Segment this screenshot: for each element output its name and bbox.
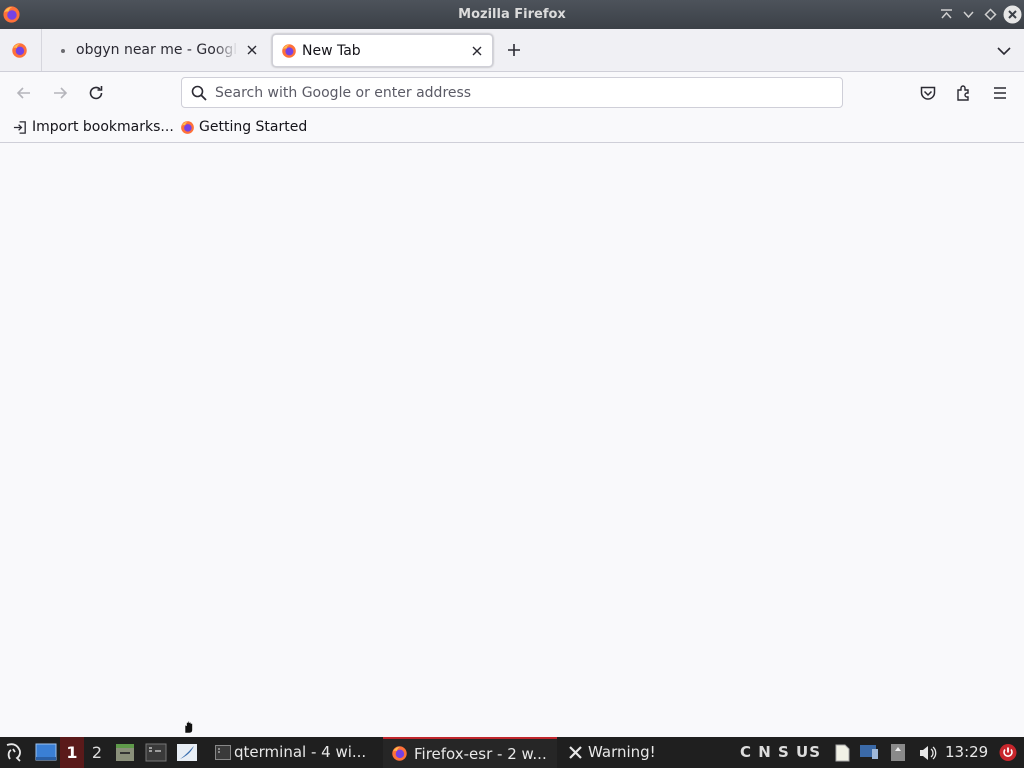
firefox-icon	[281, 43, 297, 59]
back-arrow-icon[interactable]	[14, 83, 34, 103]
pocket-icon[interactable]	[918, 83, 938, 103]
task-label: qterminal - 4 wi...	[234, 743, 367, 761]
volume-speaker-icon[interactable]	[917, 737, 937, 768]
close-tab-icon[interactable]	[245, 43, 259, 57]
power-icon[interactable]	[998, 737, 1018, 768]
maximize-diamond-icon[interactable]	[982, 6, 999, 23]
search-icon	[190, 84, 208, 102]
hamburger-menu-icon[interactable]	[990, 83, 1010, 103]
navigation-toolbar	[0, 72, 1024, 113]
extensions-puzzle-icon[interactable]	[954, 83, 974, 103]
file-manager-icon[interactable]	[114, 737, 136, 768]
text-editor-feather-icon[interactable]	[176, 737, 198, 768]
forward-arrow-icon[interactable]	[50, 83, 70, 103]
firefox-icon	[180, 120, 195, 135]
clipboard-icon[interactable]	[832, 737, 852, 768]
workspace-1[interactable]: 1	[60, 737, 84, 768]
bookmark-label: Getting Started	[199, 119, 308, 135]
close-tab-icon[interactable]	[470, 44, 484, 58]
tab-loading-dot-icon	[61, 49, 65, 53]
terminal-icon[interactable]	[145, 737, 167, 768]
tab-strip: obgyn near me - Google Search New Tab	[0, 29, 1024, 72]
bookmarks-toolbar: Import bookmarks... Getting Started	[0, 113, 1024, 143]
address-bar[interactable]	[181, 77, 843, 108]
import-icon	[13, 120, 28, 135]
bookmark-getting-started[interactable]: Getting Started	[180, 118, 310, 138]
window-title: Mozilla Firefox	[458, 7, 566, 22]
close-window-icon[interactable]	[1003, 5, 1022, 24]
reload-icon[interactable]	[86, 83, 106, 103]
task-label: Firefox-esr - 2 w...	[414, 745, 547, 763]
list-all-tabs-chevron-icon[interactable]	[995, 42, 1013, 60]
network-monitor-icon[interactable]	[858, 737, 880, 768]
close-x-icon	[568, 745, 583, 760]
firefox-icon	[11, 42, 28, 59]
bookmark-import[interactable]: Import bookmarks...	[13, 118, 174, 138]
tab-title: New Tab	[302, 43, 361, 59]
task-qterminal[interactable]: qterminal - 4 wi...	[212, 737, 378, 768]
tab-google-search[interactable]: obgyn near me - Google Search	[48, 34, 266, 67]
tab-new-tab[interactable]: New Tab	[272, 34, 493, 67]
task-warning[interactable]: Warning!	[564, 737, 674, 768]
hand-cursor-icon	[182, 718, 200, 734]
task-firefox-esr[interactable]: Firefox-esr - 2 w...	[383, 737, 557, 768]
show-desktop-icon[interactable]	[34, 737, 58, 768]
keyboard-indicators[interactable]: C N S US	[740, 737, 821, 767]
minimize-up-icon[interactable]	[938, 6, 955, 23]
clock[interactable]: 13:29	[945, 737, 988, 767]
firefox-view-button[interactable]	[0, 29, 42, 71]
firefox-icon	[391, 745, 408, 762]
task-label: Warning!	[588, 743, 656, 761]
window-titlebar[interactable]: Mozilla Firefox	[0, 0, 1024, 29]
updates-icon[interactable]	[888, 737, 908, 768]
terminal-icon	[215, 745, 231, 760]
chevron-down-icon[interactable]	[960, 6, 977, 23]
app-menu-dragon-icon[interactable]	[2, 737, 28, 768]
workspace-2[interactable]: 2	[85, 737, 109, 768]
bookmark-label: Import bookmarks...	[32, 119, 174, 135]
new-tab-plus-icon[interactable]	[505, 41, 523, 59]
page-content-area[interactable]	[0, 143, 1024, 737]
system-taskbar: 1 2 qterminal - 4 wi... Firefox-esr - 2 …	[0, 737, 1024, 768]
tab-title: obgyn near me - Google Search	[76, 42, 238, 58]
url-input[interactable]	[215, 82, 815, 103]
